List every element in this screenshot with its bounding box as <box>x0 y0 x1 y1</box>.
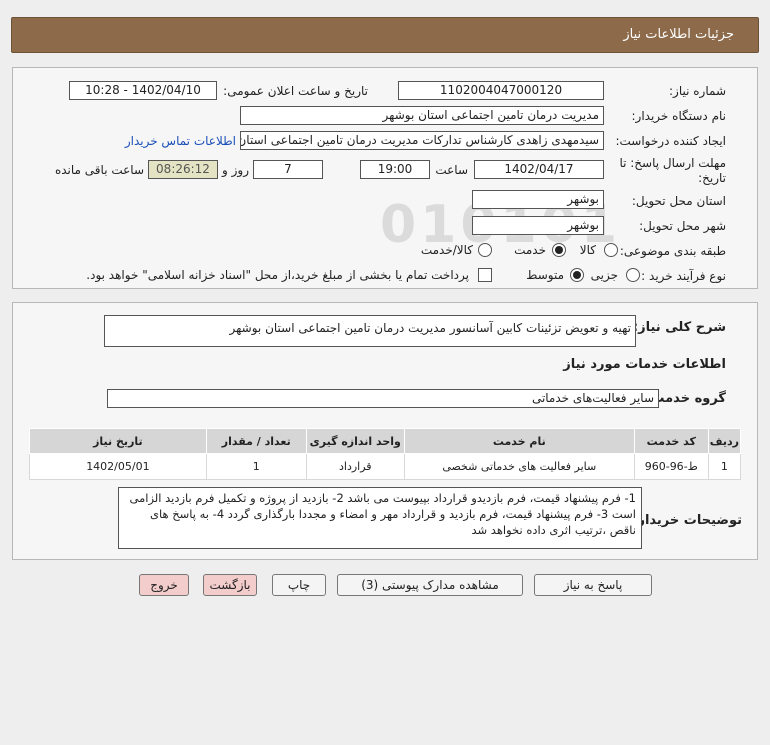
process-radio-minor[interactable] <box>626 268 640 282</box>
cell-row: 1 <box>707 453 742 480</box>
buyer-org-label: نام دستگاه خریدار: <box>631 109 727 123</box>
announce-label: تاریخ و ساعت اعلان عمومی: <box>223 84 368 98</box>
cell-date: 1402/05/01 <box>29 453 207 480</box>
col-unit: واحد اندازه گیری <box>305 428 405 454</box>
buyer-org-field: مدیریت درمان تامین اجتماعی استان بوشهر <box>240 106 604 125</box>
back-button[interactable]: بازگشت <box>203 574 257 596</box>
province-field: بوشهر <box>472 190 604 209</box>
attachments-button[interactable]: مشاهده مدارک پیوستی (3) <box>337 574 523 596</box>
cell-qty: 1 <box>205 453 307 480</box>
category-option-service: خدمت <box>514 243 546 257</box>
announce-field: 1402/04/10 - 10:28 <box>69 81 217 100</box>
reply-button[interactable]: پاسخ به نیاز <box>534 574 652 596</box>
remaining-time-field: 08:26:12 <box>148 160 218 179</box>
buyer-notes-field: 1- فرم پیشنهاد قیمت، فرم بازدیدو قرارداد… <box>118 487 642 549</box>
deadline-time-field: 19:00 <box>360 160 430 179</box>
buyer-notes-label: توضیحات خریدار: <box>632 513 742 528</box>
category-radio-goods-service[interactable] <box>478 243 492 257</box>
col-name: نام خدمت <box>403 428 635 454</box>
remaining-label: ساعت باقی مانده <box>54 163 144 177</box>
treasury-payment-note: پرداخت تمام یا بخشی از مبلغ خرید،از محل … <box>86 268 469 282</box>
category-radio-goods[interactable] <box>604 243 618 257</box>
remaining-days-field: 7 <box>253 160 323 179</box>
category-radio-service[interactable] <box>552 243 566 257</box>
services-table: ردیف کد خدمت نام خدمت واحد اندازه گیری ت… <box>29 428 742 480</box>
summary-field: تهیه و تعویض تزئینات کابین آسانسور مدیری… <box>104 315 636 347</box>
province-label: استان محل تحویل: <box>631 194 726 208</box>
col-qty: تعداد / مقدار <box>205 428 307 454</box>
service-group-field: سایر فعالیت‌های خدماتی <box>107 389 659 408</box>
col-code: کد خدمت <box>633 428 709 454</box>
category-option-goods: کالا <box>579 243 596 257</box>
cell-code: ط-96-960 <box>633 453 709 480</box>
deadline-time-label: ساعت <box>435 163 468 177</box>
summary-label: شرح کلی نیاز: <box>632 320 726 335</box>
treasury-payment-checkbox[interactable] <box>478 268 492 282</box>
print-button[interactable]: چاپ <box>272 574 326 596</box>
table-row: 1 ط-96-960 سایر فعالیت های خدماتی شخصی ق… <box>29 453 742 480</box>
days-label: روز و <box>222 163 249 177</box>
col-row: ردیف <box>707 428 742 454</box>
creator-label: ایجاد کننده درخواست: <box>615 134 726 148</box>
city-label: شهر محل تحویل: <box>639 219 726 233</box>
need-number-field: 1102004047000120 <box>398 81 604 100</box>
need-number-label: شماره نیاز: <box>669 84 726 98</box>
page-title: جزئیات اطلاعات نیاز <box>623 27 734 42</box>
process-label: نوع فرآیند خرید : <box>641 269 726 283</box>
city-field: بوشهر <box>472 216 604 235</box>
col-date: تاریخ نیاز <box>29 428 207 454</box>
exit-button[interactable]: خروج <box>139 574 189 596</box>
cell-name: سایر فعالیت های خدماتی شخصی <box>403 453 635 480</box>
process-option-minor: جزیی <box>590 268 618 282</box>
deadline-label: مهلت ارسال پاسخ: تا تاریخ: <box>619 156 726 185</box>
contact-buyer-link[interactable]: اطلاعات تماس خریدار <box>125 134 236 148</box>
cell-unit: قرارداد <box>305 453 405 480</box>
process-radio-medium[interactable] <box>570 268 584 282</box>
services-table-header: ردیف کد خدمت نام خدمت واحد اندازه گیری ت… <box>29 428 742 454</box>
category-option-goods-service: کالا/خدمت <box>420 243 473 257</box>
creator-field: سیدمهدی زاهدی کارشناس تدارکات مدیریت درم… <box>240 131 604 150</box>
services-title: اطلاعات خدمات مورد نیاز <box>563 357 726 372</box>
process-option-medium: متوسط <box>526 268 564 282</box>
page-header: جزئیات اطلاعات نیاز <box>11 17 759 53</box>
deadline-date-field: 1402/04/17 <box>474 160 604 179</box>
category-label: طبقه بندی موضوعی: <box>619 244 726 258</box>
